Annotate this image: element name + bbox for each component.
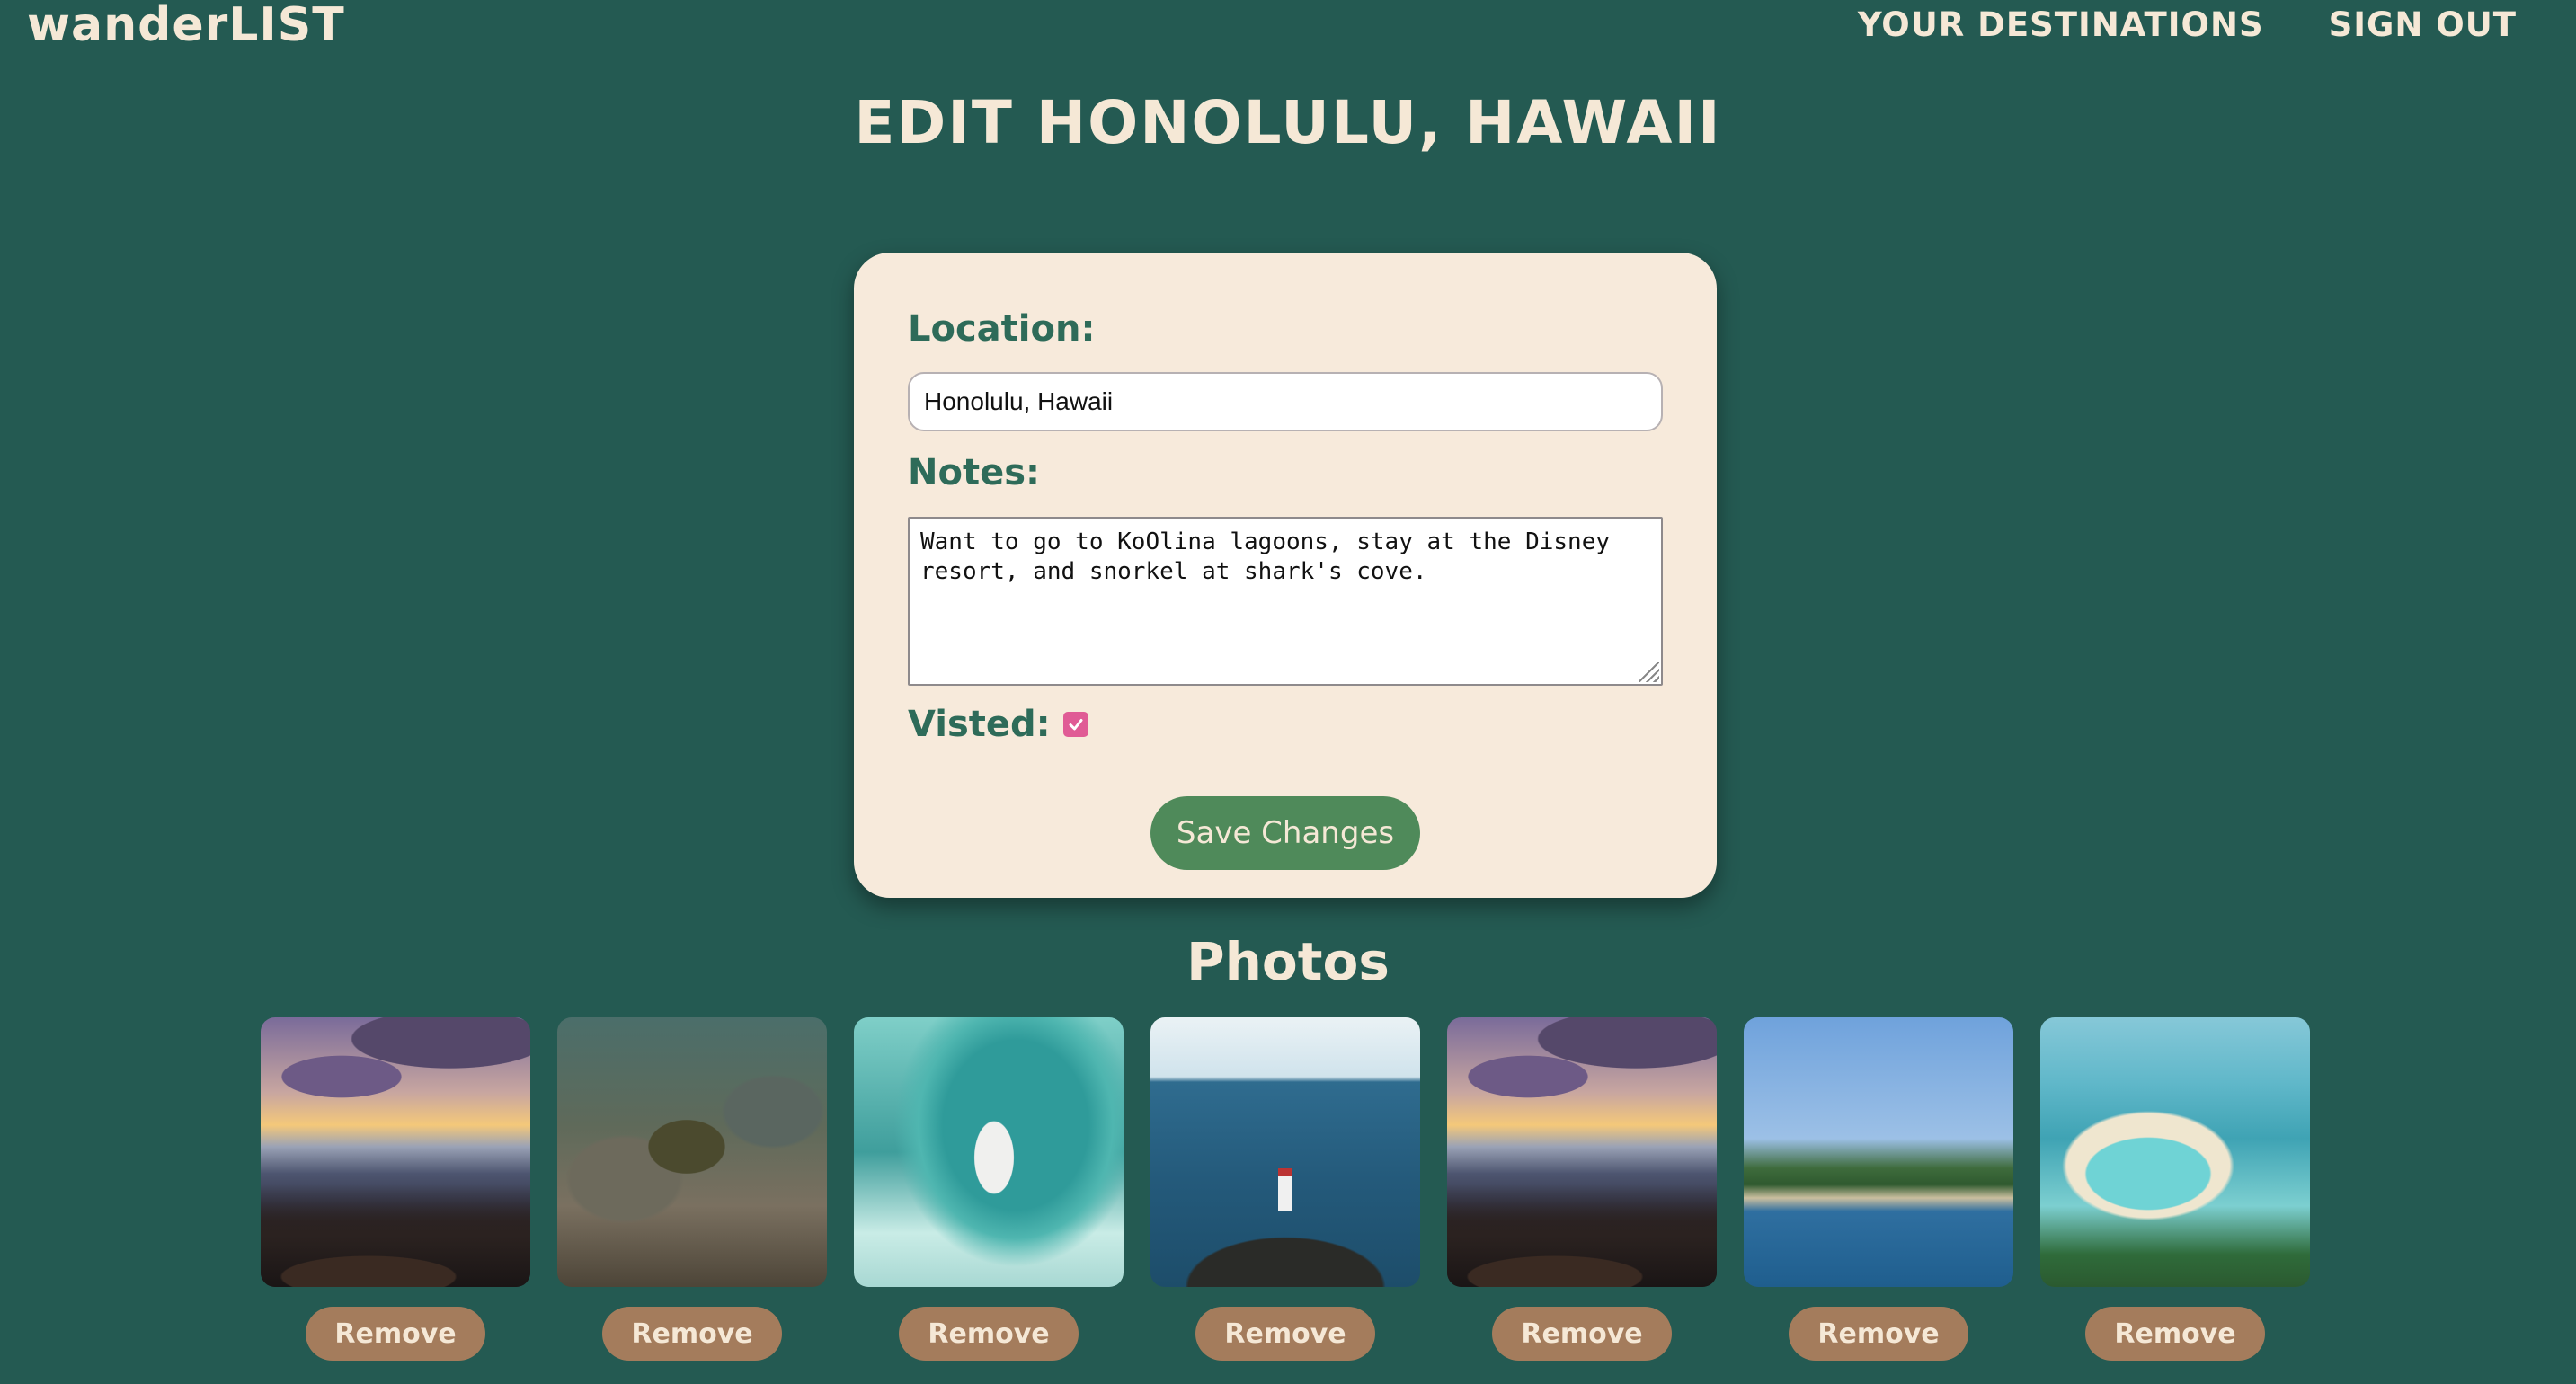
resize-handle-icon[interactable] [1639,662,1659,682]
photo-surfer [854,1017,1124,1287]
photos-heading: Photos [1186,931,1390,992]
nav-sign-out[interactable]: sign out [2329,5,2517,44]
photo-gallery: Remove Remove Remove Remove Remove Remov… [261,1017,2310,1361]
remove-photo-button[interactable]: Remove [899,1307,1079,1361]
visited-checkbox[interactable] [1062,712,1088,737]
photo-card: Remove [1447,1017,1717,1361]
photo-lagoon [2040,1017,2310,1287]
photo-turtle [557,1017,827,1287]
photo-lighthouse [1150,1017,1420,1287]
remove-photo-button[interactable]: Remove [306,1307,485,1361]
brand-logo[interactable]: wanderLIST [27,0,345,52]
photo-card: Remove [854,1017,1124,1361]
top-nav: your destinations sign out [1858,5,2517,44]
photo-card: Remove [557,1017,827,1361]
remove-photo-button[interactable]: Remove [1492,1307,1672,1361]
remove-photo-button[interactable]: Remove [2085,1307,2265,1361]
photo-card: Remove [2040,1017,2310,1361]
nav-your-destinations[interactable]: your destinations [1858,5,2264,44]
photo-card: Remove [1744,1017,2013,1361]
edit-form-card: Location: Notes: Want to go to KoOlina l… [854,253,1717,898]
notes-textarea[interactable]: Want to go to KoOlina lagoons, stay at t… [908,517,1663,686]
photo-sunset [1447,1017,1717,1287]
photo-sunset [261,1017,530,1287]
remove-photo-button[interactable]: Remove [1789,1307,1968,1361]
checkmark-icon [1069,719,1083,731]
save-changes-button[interactable]: Save Changes [1150,796,1420,870]
photo-card: Remove [1150,1017,1420,1361]
remove-photo-button[interactable]: Remove [602,1307,782,1361]
photo-card: Remove [261,1017,530,1361]
notes-label: Notes: [908,452,1041,493]
location-label: Location: [908,308,1096,350]
page-title: EDIT HONOLULU, HAWAII [854,88,1722,157]
location-input[interactable] [908,372,1663,431]
visited-label: Visted: [908,704,1051,745]
remove-photo-button[interactable]: Remove [1195,1307,1375,1361]
visited-row: Visted: [908,704,1088,745]
photo-resort-bay [1744,1017,2013,1287]
